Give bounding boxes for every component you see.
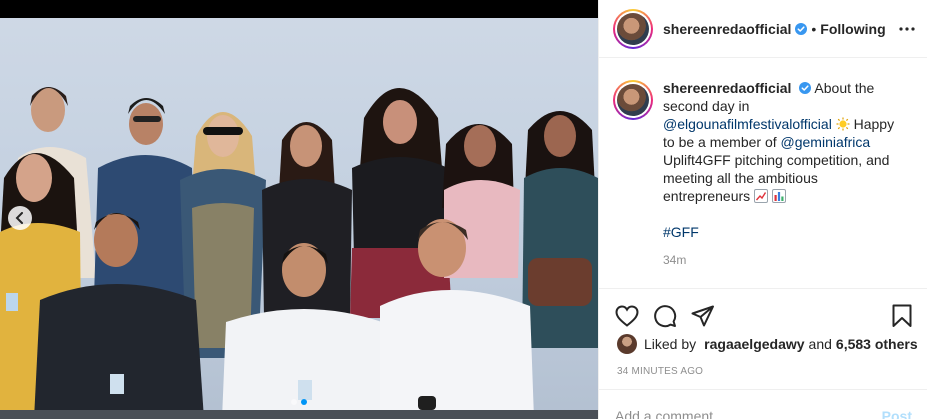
chevron-left-icon <box>15 212 23 224</box>
liker-username[interactable]: ragaaelgedawy <box>704 336 804 352</box>
more-options-button[interactable] <box>899 26 915 31</box>
save-button[interactable] <box>892 304 912 328</box>
caption-username[interactable]: shereenredaofficial <box>663 80 791 96</box>
bar-chart-emoji-icon <box>771 189 786 203</box>
caption-section: shereenredaofficial About the second day… <box>599 58 927 288</box>
likes-count-link[interactable]: 6,583 others <box>836 336 918 352</box>
like-button[interactable] <box>615 304 639 327</box>
comment-icon <box>654 304 677 327</box>
caption-time: 34m <box>663 253 687 267</box>
photo-top-bar <box>0 0 598 18</box>
share-button[interactable] <box>691 305 715 327</box>
carousel-dots <box>0 399 598 405</box>
likes-summary: Liked by ragaaelgedawy and 6,583 others <box>617 334 918 354</box>
carousel-dot <box>291 399 297 405</box>
author-avatar[interactable] <box>613 8 653 49</box>
carousel-dot-active <box>301 399 307 405</box>
liker-avatar[interactable] <box>617 334 637 354</box>
post-header: shereenredaofficial • Following <box>599 0 927 58</box>
author-username[interactable]: shereenredaofficial <box>663 21 791 37</box>
comment-bar: Add a comment… Post <box>599 389 927 419</box>
more-horizontal-icon <box>899 26 915 31</box>
following-button[interactable]: Following <box>820 21 885 37</box>
mention-geminiafrica[interactable]: @geminiafrica <box>781 134 871 150</box>
post-photo[interactable] <box>0 0 598 419</box>
likes-prefix: Liked by <box>644 336 697 352</box>
group-photo-image <box>0 87 598 419</box>
carousel-prev-button[interactable] <box>8 206 32 230</box>
share-icon <box>691 305 714 326</box>
verified-badge-icon <box>795 22 808 35</box>
sun-emoji-icon <box>836 117 850 131</box>
comment-input[interactable]: Add a comment… <box>615 408 882 419</box>
likes-conjunction: and <box>808 336 832 352</box>
hashtag-gff[interactable]: #GFF <box>663 223 901 241</box>
heart-icon <box>615 304 639 327</box>
caption-author-avatar[interactable] <box>613 80 653 120</box>
post-timestamp: 34 MINUTES AGO <box>617 366 704 377</box>
mention-elgouna[interactable]: @elgounafilmfestivalofficial <box>663 116 832 132</box>
bookmark-icon <box>892 304 912 327</box>
caption-text: shereenredaofficial About the second day… <box>663 79 901 288</box>
chart-increasing-emoji-icon <box>754 189 769 203</box>
verified-badge-icon <box>799 82 812 94</box>
comment-button[interactable] <box>653 304 677 328</box>
post-side-panel: shereenredaofficial • Following shereenr… <box>598 0 927 419</box>
header-separator: • <box>811 20 817 37</box>
post-comment-button[interactable]: Post <box>882 408 912 419</box>
